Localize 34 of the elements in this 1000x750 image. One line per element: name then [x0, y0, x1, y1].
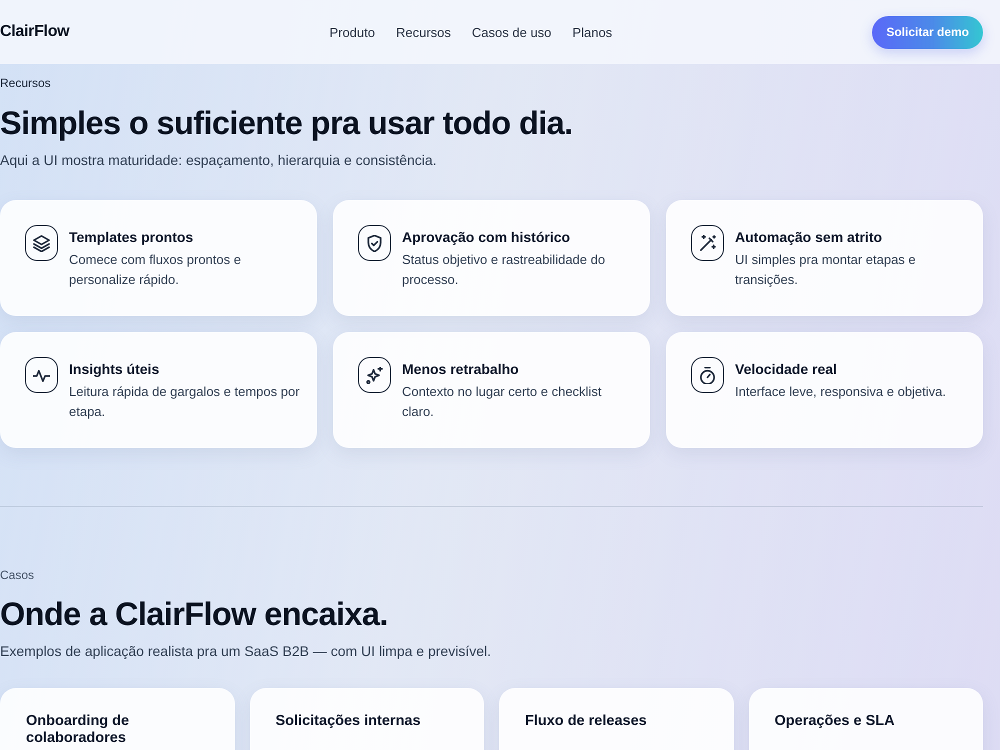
- use-case-title: Solicitações internas: [276, 713, 422, 730]
- feature-description: Interface leve, responsiva e objetiva.: [735, 383, 946, 401]
- nav-link[interactable]: Produto: [329, 24, 375, 40]
- nav-link[interactable]: Recursos: [396, 24, 451, 40]
- section-heading: Onde a ClairFlow encaixa.: [0, 596, 389, 632]
- request-demo-button[interactable]: Solicitar demo: [872, 16, 983, 48]
- feature-description: Leitura rápida de gargalos e tempos por etapa.: [69, 383, 301, 421]
- feature-description: Contexto no lugar certo e checklist claro.: [402, 383, 602, 421]
- shield-check-icon: [358, 225, 391, 261]
- section-heading: Simples o suficiente pra usar todo dia.: [0, 105, 574, 141]
- pulse-line-icon: [25, 357, 58, 393]
- brand-logo[interactable]: ClairFlow: [0, 23, 70, 41]
- feature-title: Automação sem atrito: [735, 228, 884, 246]
- stopwatch-icon: [691, 357, 724, 393]
- section-eyebrow: Recursos: [0, 75, 52, 91]
- feature-description: Status objetivo e rastreabilidade do processo.: [402, 251, 606, 289]
- feature-description: Comece com fluxos prontos e personalize rápido.: [69, 251, 242, 289]
- feature-title: Velocidade real: [735, 360, 838, 378]
- layers-icon: [25, 225, 58, 261]
- use-case-title: Fluxo de releases: [525, 713, 648, 730]
- feature-title: Templates prontos: [69, 228, 194, 246]
- use-case-title: Operações e SLA: [774, 713, 896, 730]
- feature-title: Aprovação com histórico: [402, 228, 572, 246]
- sparkles-icon: [358, 357, 391, 393]
- section-eyebrow: Casos: [0, 567, 36, 583]
- feature-description: UI simples pra montar etapas e transições.: [735, 251, 917, 289]
- nav-link[interactable]: Casos de uso: [472, 24, 552, 40]
- feature-title: Menos retrabalho: [402, 360, 520, 378]
- feature-title: Insights úteis: [69, 360, 160, 378]
- use-case-title: Onboarding de colaboradores: [26, 713, 130, 747]
- nav-link[interactable]: Planos: [572, 24, 612, 40]
- section-subtitle: Aqui a UI mostra maturidade: espaçamento, hierarquia e consistência.: [0, 151, 438, 169]
- section-subtitle: Exemplos de aplicação realista pra um SaaS B2B — com UI limpa e previsível.: [0, 642, 492, 660]
- magic-wand-icon: [691, 225, 724, 261]
